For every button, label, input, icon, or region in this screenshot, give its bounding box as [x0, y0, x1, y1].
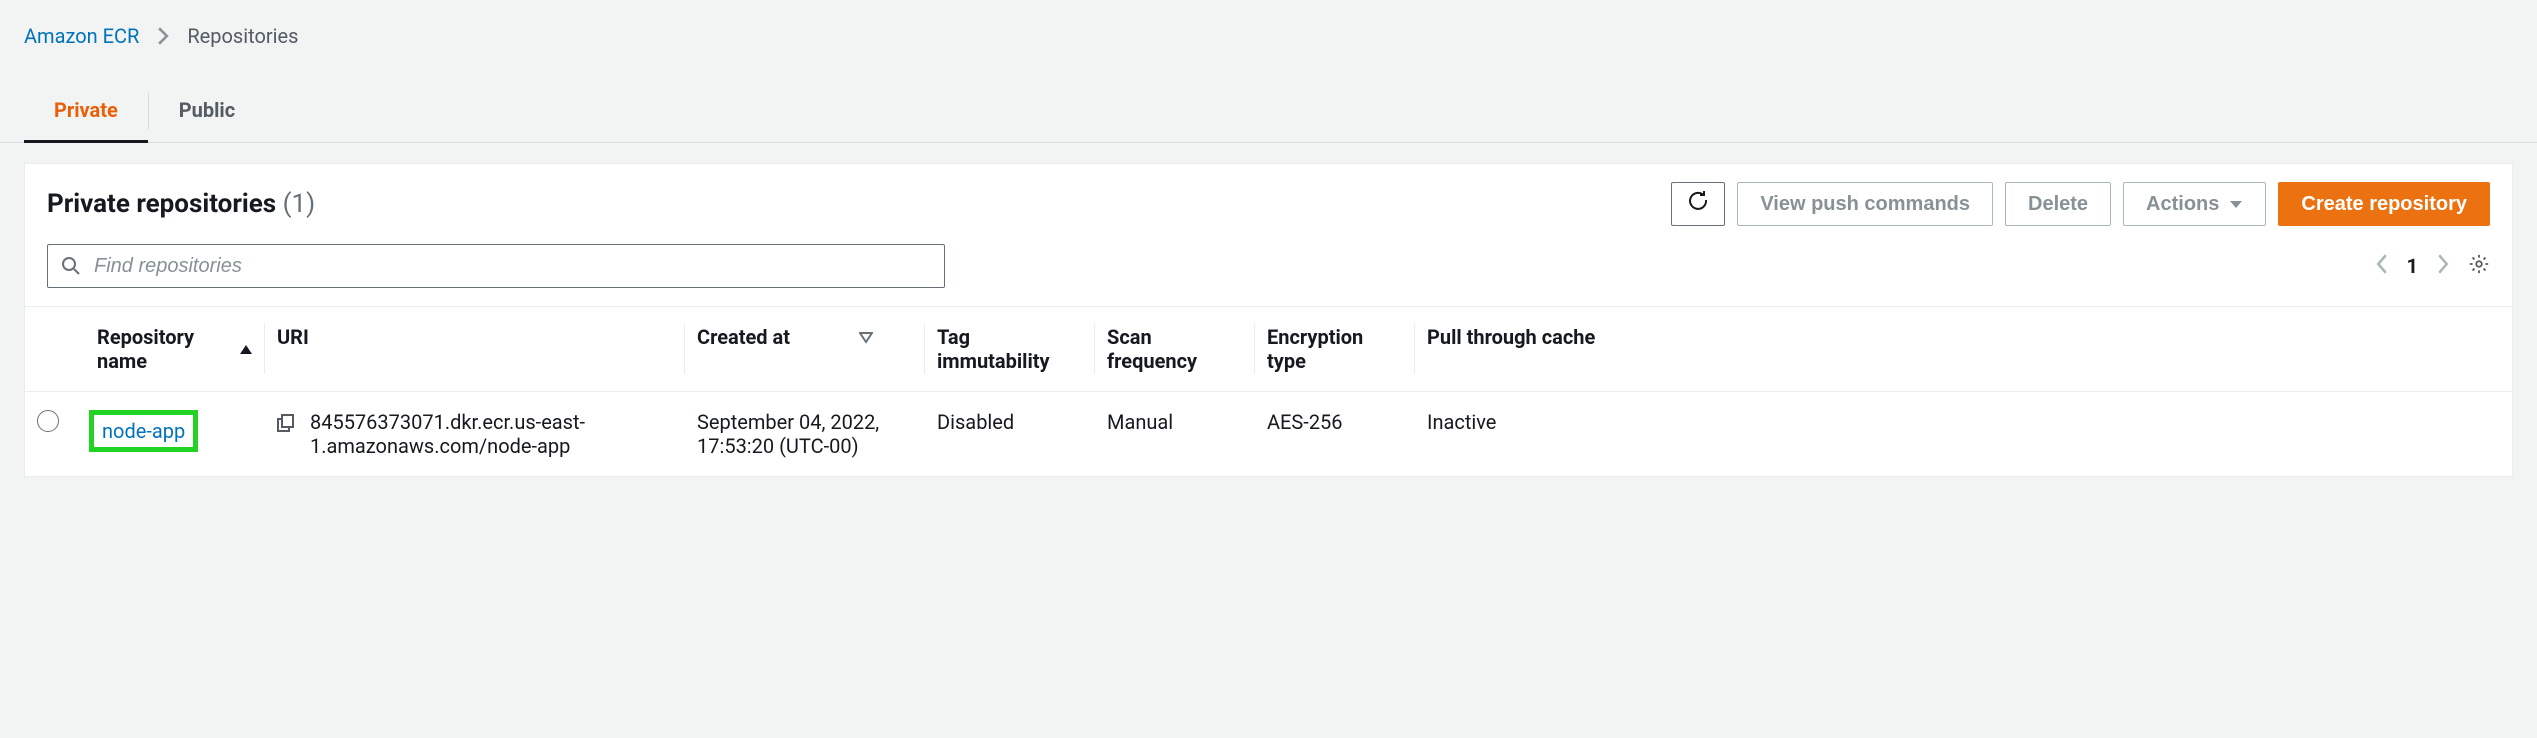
actions-button-label: Actions [2146, 193, 2219, 216]
panel-title: Private repositories (1) [47, 189, 315, 219]
tab-private[interactable]: Private [24, 80, 148, 142]
cell-tag: Disabled [925, 392, 1095, 477]
settings-button[interactable] [2468, 253, 2490, 280]
pagination: 1 [2375, 253, 2490, 280]
refresh-button[interactable] [1671, 182, 1725, 226]
column-tag-label: Tag immutability [937, 325, 1050, 373]
panel-count: (1) [283, 189, 316, 219]
column-scan-label: Scan frequency [1107, 325, 1197, 373]
sort-asc-icon [239, 343, 253, 355]
tab-public[interactable]: Public [149, 80, 265, 142]
header-actions: View push commands Delete Actions Create… [1671, 182, 2490, 226]
page-number: 1 [2407, 254, 2418, 278]
column-tag[interactable]: Tag immutability [925, 307, 1095, 392]
repository-uri: 845576373071.dkr.ecr.us-east-1.amazonaws… [310, 410, 650, 458]
column-uri-label: URI [277, 325, 309, 349]
breadcrumb-current: Repositories [187, 24, 298, 48]
chevron-right-icon [157, 27, 169, 45]
column-scan[interactable]: Scan frequency [1095, 307, 1255, 392]
column-name[interactable]: Repository name [85, 307, 265, 392]
visibility-tabs: Private Public [0, 80, 2537, 143]
page-prev-button[interactable] [2375, 254, 2389, 279]
create-repository-button[interactable]: Create repository [2278, 182, 2490, 226]
panel-title-text: Private repositories [47, 189, 276, 219]
caret-down-icon [2229, 193, 2243, 216]
column-uri[interactable]: URI [265, 307, 685, 392]
cell-created: September 04, 2022, 17:53:20 (UTC-00) [685, 392, 925, 477]
search-container [47, 244, 945, 288]
cell-pull: Inactive [1415, 392, 2512, 477]
column-pull-label: Pull through cache [1427, 325, 1595, 349]
column-name-label: Repository name [97, 325, 223, 373]
repository-name-link[interactable]: node-app [102, 419, 185, 443]
gear-icon [2468, 253, 2490, 280]
actions-button[interactable]: Actions [2123, 182, 2266, 226]
search-icon [61, 256, 81, 276]
cell-enc: AES-256 [1255, 392, 1415, 477]
cell-scan: Manual [1095, 392, 1255, 477]
row-select-radio[interactable] [37, 410, 59, 432]
column-created[interactable]: Created at [685, 307, 925, 392]
page-next-button[interactable] [2436, 254, 2450, 279]
view-push-commands-button[interactable]: View push commands [1737, 182, 1993, 226]
column-created-label: Created at [697, 325, 790, 349]
search-input[interactable] [47, 244, 945, 288]
table-row: node-app 845576373071.dkr.ecr.us-east-1.… [25, 392, 2512, 477]
copy-icon [277, 413, 295, 437]
column-enc-label: Encryption type [1267, 325, 1363, 373]
highlight-annotation: node-app [89, 410, 198, 452]
breadcrumb-root-link[interactable]: Amazon ECR [24, 24, 139, 48]
column-select [25, 307, 85, 392]
column-pull[interactable]: Pull through cache [1415, 307, 2512, 392]
chevron-left-icon [2375, 254, 2389, 279]
repositories-panel: Private repositories (1) View push comma… [24, 163, 2513, 477]
delete-button[interactable]: Delete [2005, 182, 2111, 226]
chevron-right-icon [2436, 254, 2450, 279]
sort-indicator-icon [859, 325, 873, 349]
breadcrumb: Amazon ECR Repositories [0, 0, 2537, 60]
refresh-icon [1686, 189, 1710, 219]
column-enc[interactable]: Encryption type [1255, 307, 1415, 392]
copy-uri-button[interactable] [277, 413, 295, 437]
repositories-table: Repository name URI Created at [25, 307, 2512, 476]
